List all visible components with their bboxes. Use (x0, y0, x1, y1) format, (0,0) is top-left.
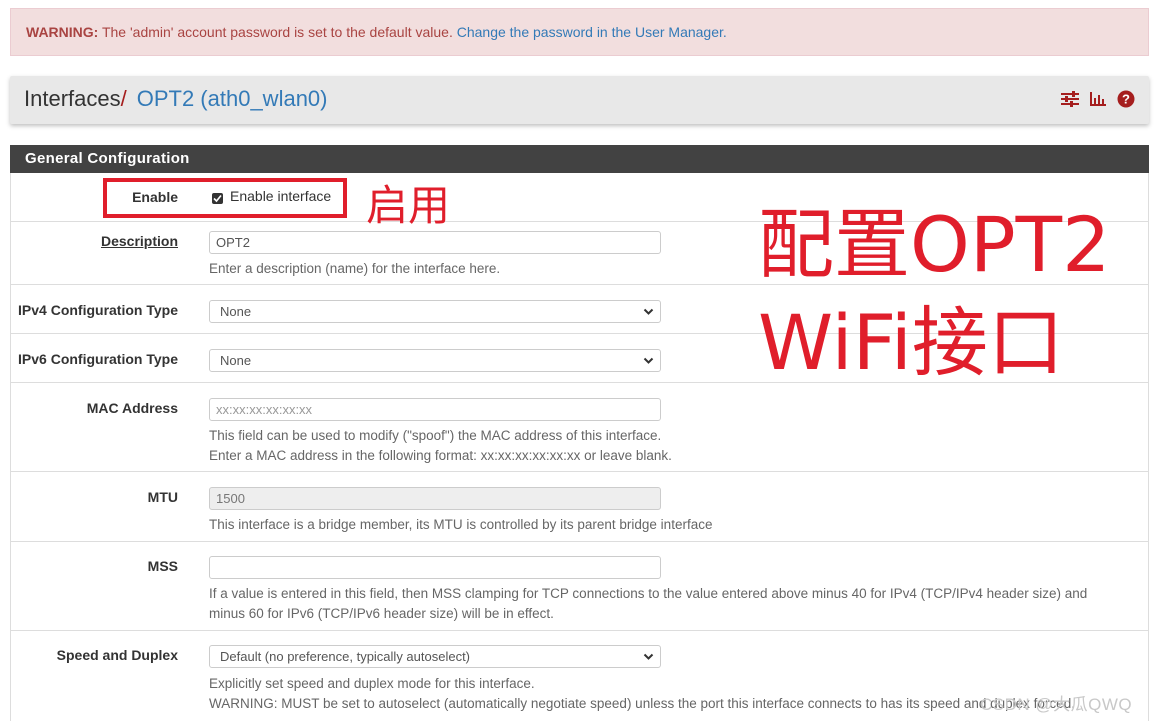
breadcrumb: Interfaces/ OPT2 (ath0_wlan0) ? (10, 76, 1149, 124)
mac-row: MAC Address xx:xx:xx:xx:xx:xx This field… (11, 383, 1148, 472)
mac-help-2: Enter a MAC address in the following for… (209, 448, 672, 463)
breadcrumb-icons: ? (1061, 90, 1135, 108)
warning-banner: WARNING: The 'admin' account password is… (10, 8, 1149, 56)
mtu-input: 1500 (209, 487, 661, 510)
description-help: Enter a description (name) for the inter… (209, 261, 501, 276)
speed-duplex-row: Speed and Duplex Default (no preference,… (11, 631, 1148, 721)
svg-text:?: ? (1122, 92, 1130, 107)
breadcrumb-current[interactable]: OPT2 (ath0_wlan0) (137, 86, 328, 111)
breadcrumb-root[interactable]: Interfaces (24, 86, 121, 111)
mss-help-1: If a value is entered in this field, the… (209, 586, 1088, 601)
speed-duplex-label: Speed and Duplex (56, 647, 178, 663)
speed-duplex-help-1: Explicitly set speed and duplex mode for… (209, 676, 535, 691)
warning-prefix: WARNING: (26, 24, 99, 40)
page-title: Interfaces/ OPT2 (ath0_wlan0) (24, 86, 328, 112)
mac-input[interactable]: xx:xx:xx:xx:xx:xx (209, 398, 661, 421)
title-annotation-line1: 配置OPT2 (758, 200, 1111, 289)
chevron-down-icon (643, 357, 654, 364)
ipv6-select[interactable]: None (209, 349, 661, 372)
watermark: CSDN @大瓜QWQ (980, 695, 1133, 714)
ipv4-label: IPv4 Configuration Type (18, 302, 178, 318)
title-annotation-line2: WiFi接口 (758, 298, 1064, 387)
mss-row: MSS If a value is entered in this field,… (11, 542, 1148, 631)
sliders-icon[interactable] (1061, 90, 1079, 108)
mss-input[interactable] (209, 556, 661, 579)
ipv4-select-value: None (220, 304, 252, 319)
panel-title: General Configuration (10, 145, 1149, 173)
description-input[interactable]: OPT2 (209, 231, 661, 254)
speed-duplex-select[interactable]: Default (no preference, typically autose… (209, 645, 661, 668)
chevron-down-icon (643, 653, 654, 660)
ipv6-label: IPv6 Configuration Type (18, 351, 178, 367)
mtu-label: MTU (147, 489, 178, 505)
description-label: Description (100, 233, 178, 249)
mtu-help: This interface is a bridge member, its M… (209, 517, 713, 532)
speed-duplex-value: Default (no preference, typically autose… (220, 649, 471, 664)
bar-chart-icon[interactable] (1089, 90, 1107, 108)
chevron-down-icon (643, 308, 654, 315)
mtu-row: MTU 1500 This interface is a bridge memb… (11, 472, 1148, 542)
change-password-link[interactable]: Change the password in the User Manager. (457, 24, 727, 40)
enable-annotation: 启用 (366, 181, 451, 230)
mss-label: MSS (147, 558, 178, 574)
ipv4-select[interactable]: None (209, 300, 661, 323)
warning-message: The 'admin' account password is set to t… (98, 24, 457, 40)
breadcrumb-separator: / (120, 86, 127, 111)
mac-help-1: This field can be used to modify ("spoof… (209, 428, 662, 443)
enable-highlight-box (103, 178, 347, 218)
ipv6-select-value: None (220, 353, 252, 368)
mss-help-2: minus 60 for IPv6 (TCP/IPv6 header size)… (209, 606, 554, 621)
help-icon[interactable]: ? (1117, 90, 1135, 108)
speed-duplex-help-2: WARNING: MUST be set to autoselect (auto… (209, 696, 1075, 711)
mac-label: MAC Address (86, 400, 178, 416)
